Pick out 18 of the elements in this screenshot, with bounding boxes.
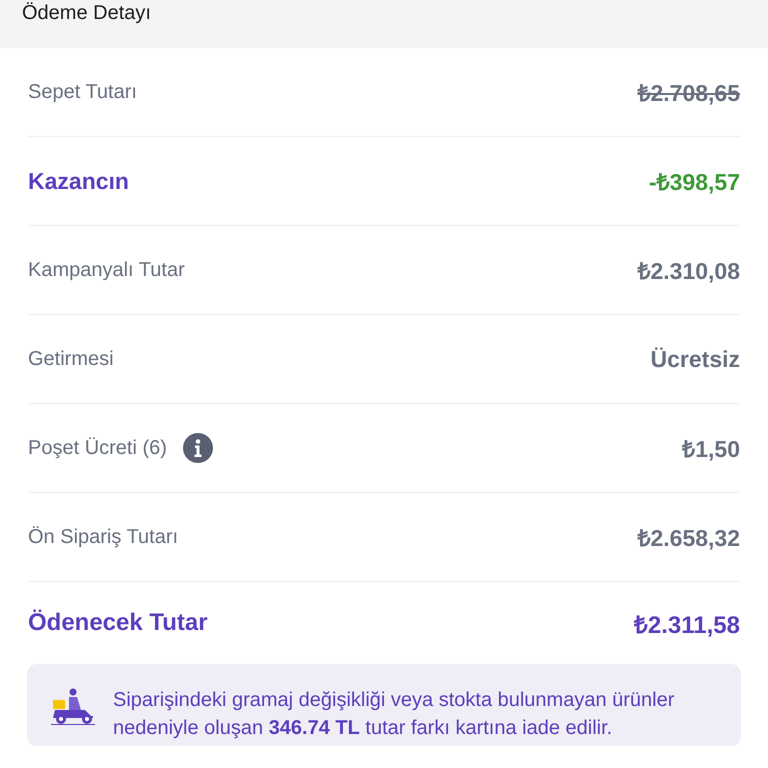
- row-label: Kampanyalı Tutar: [28, 258, 185, 282]
- row-label: Kazancın: [28, 168, 129, 194]
- scooter-icon: [51, 688, 95, 726]
- section-title: Ödeme Detayı: [22, 1, 151, 26]
- row-value: ₺2.310,08: [637, 257, 740, 286]
- row-value: -₺398,57: [648, 168, 740, 197]
- info-icon[interactable]: [182, 433, 213, 463]
- row-value: ₺2.708,65: [637, 79, 740, 108]
- row-value: Ücretsiz: [650, 346, 740, 372]
- row-label: Getirmesi: [28, 348, 114, 370]
- row-label: Sepet Tutarı: [28, 80, 137, 104]
- row-value: ₺2.658,32: [637, 524, 740, 553]
- row-value: ₺1,50: [682, 435, 740, 464]
- row-label: Ön Sipariş Tutarı: [28, 526, 178, 548]
- row-label: Ödenecek Tutar: [28, 609, 208, 637]
- refund-notice: Siparişindeki gramaj değişikliği veya stokta bulunmayan ürünler nedeniyle oluşan 346.74 TL tutar farkı kartına iade edilir.: [113, 688, 676, 741]
- row-label: Poşet Ücreti (6): [28, 436, 167, 460]
- row-value: ₺2.311,58: [634, 610, 740, 640]
